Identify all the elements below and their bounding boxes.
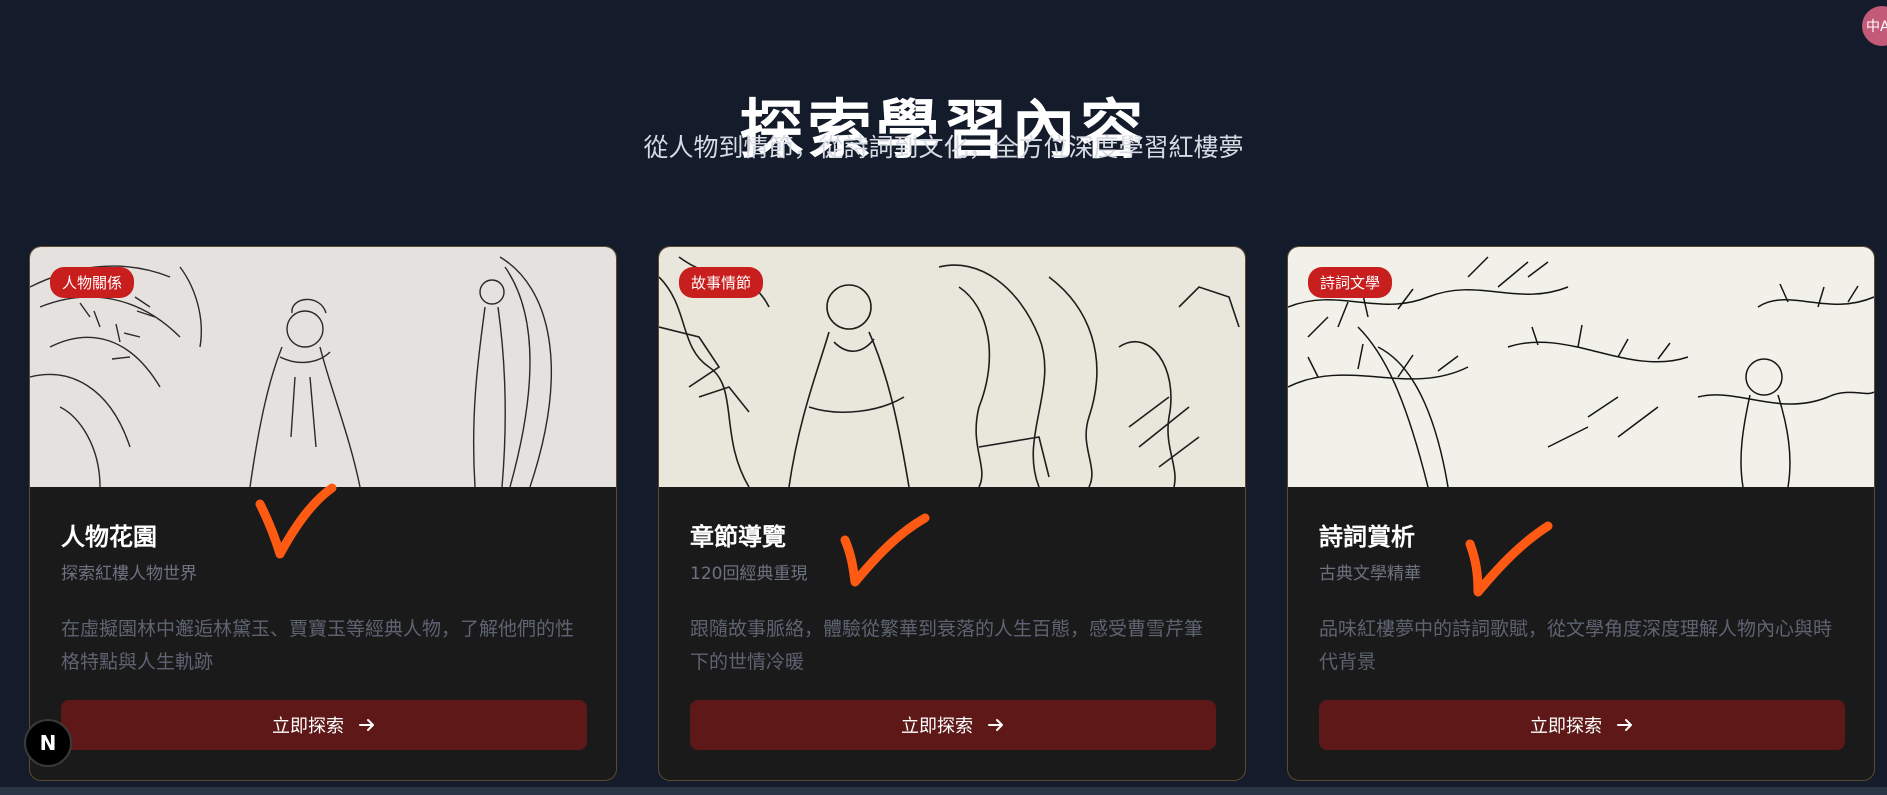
card-title: 章節導覽 [690, 523, 786, 551]
arrow-right-icon [987, 716, 1005, 734]
card-title: 人物花園 [61, 523, 157, 551]
card-title: 詩詞賞析 [1319, 523, 1415, 551]
nextjs-dev-badge[interactable]: N [24, 719, 72, 767]
card-description: 在虛擬園林中邂逅林黛玉、賈寶玉等經典人物，了解他們的性格特點與人生軌跡 [61, 618, 575, 673]
card-subtitle: 探索紅樓人物世界 [61, 564, 197, 584]
avatar-label: 中A [1866, 19, 1887, 35]
card-description: 跟隨故事脈絡，體驗從繁華到衰落的人生百態，感受曹雪芹筆下的世情冷暖 [690, 618, 1204, 673]
category-tag: 人物關係 [50, 267, 135, 298]
arrow-right-icon [1616, 716, 1634, 734]
card-subtitle: 古典文學精華 [1319, 564, 1421, 584]
arrow-right-icon [358, 716, 376, 734]
dev-badge-label: N [39, 731, 57, 755]
card-subtitle: 120回經典重現 [690, 564, 808, 584]
explore-button-label: 立即探索 [901, 716, 973, 737]
translate-avatar[interactable]: 中A [1862, 6, 1887, 46]
bottom-strip [0, 787, 1887, 795]
explore-button[interactable]: 立即探索 [61, 700, 587, 750]
explore-button[interactable]: 立即探索 [690, 700, 1216, 750]
card-chapter-guide[interactable]: 故事情節 章節導覽 120回經典重現 跟隨故事脈絡，體驗從繁華到衰落的人生百態，… [658, 246, 1246, 781]
category-tag: 故事情節 [679, 267, 764, 298]
card-character-garden[interactable]: 人物關係 人物花園 探索紅樓人物世界 在虛擬園林中邂逅林黛玉、賈寶玉等經典人物，… [29, 246, 617, 781]
card-description: 品味紅樓夢中的詩詞歌賦，從文學角度深度理解人物內心與時代背景 [1319, 618, 1833, 673]
card-poetry-appreciation[interactable]: 詩詞文學 詩詞賞析 古典文學精華 品味紅樓夢中的詩詞歌賦，從文學角度深度理解人物… [1287, 246, 1875, 781]
explore-button-label: 立即探索 [1530, 716, 1602, 737]
category-tag: 詩詞文學 [1308, 267, 1393, 298]
page-subtitle: 從人物到情節，從詩詞到文化，全方位深度學習紅樓夢 [643, 133, 1244, 162]
explore-button-label: 立即探索 [272, 716, 344, 737]
explore-button[interactable]: 立即探索 [1319, 700, 1845, 750]
